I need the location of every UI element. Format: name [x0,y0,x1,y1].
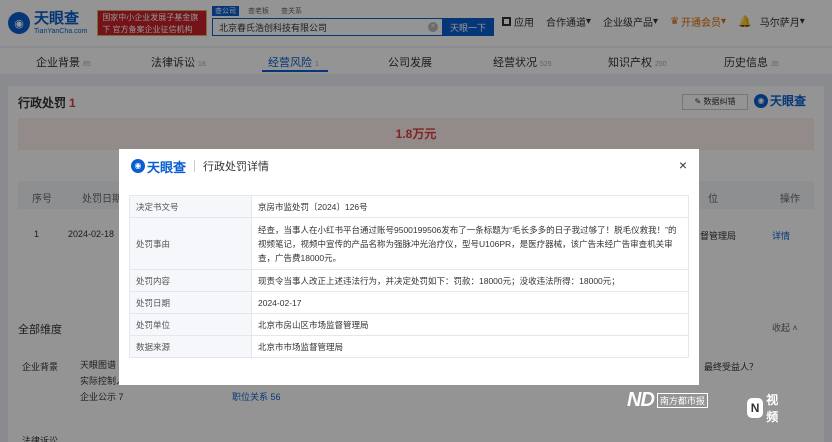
field-unit: 北京市房山区市场监督管理局 [251,313,689,336]
field-decision-number: 京房市监处罚〔2024〕126号 [251,195,689,218]
field-label: 数据来源 [129,335,252,358]
field-label: 处罚事由 [129,217,252,270]
field-reason: 经查，当事人在小红书平台通过账号9500199506发布了一条标题为“毛长多多的… [251,217,689,270]
field-source: 北京市市场监督管理局 [251,335,689,358]
table-row: 数据来源 北京市市场监督管理局 [129,335,689,358]
field-content: 现责令当事人改正上述违法行为，并决定处罚如下：罚款：18000元；没收违法所得：… [251,269,689,292]
modal-title: 行政处罚详情 [203,161,270,173]
table-row: 决定书文号 京房市监处罚〔2024〕126号 [129,195,689,218]
video-label: 视频 [766,393,779,424]
modal-logo: ◉ 天眼查 [131,157,186,176]
table-row: 处罚内容 现责令当事人改正上述违法行为，并决定处罚如下：罚款：18000元；没收… [129,269,689,292]
field-label: 处罚日期 [129,291,252,314]
table-row: 处罚单位 北京市房山区市场监督管理局 [129,313,689,336]
eye-logo-icon: ◉ [131,159,145,173]
penalty-detail-table: 决定书文号 京房市监处罚〔2024〕126号 处罚事由 经查，当事人在小红书平台… [129,195,689,358]
divider [194,160,196,172]
table-row: 处罚日期 2024-02-17 [129,291,689,314]
n-video-logo: N 视频 [747,391,784,425]
newspaper-name: 南方都市报 [656,393,708,408]
penalty-detail-modal: ◉ 天眼查 行政处罚详情 × 决定书文号 京房市监处罚〔2024〕126号 处罚… [119,149,699,385]
nd-logo: ND [627,389,655,411]
field-label: 处罚内容 [129,269,252,292]
n-logo-icon: N [747,398,764,418]
field-label: 处罚单位 [129,313,252,336]
field-label: 决定书文号 [129,195,252,218]
field-date: 2024-02-17 [251,291,689,314]
media-watermark: ND 南方都市报 N 视频 [627,389,778,424]
close-icon[interactable]: × [679,158,687,172]
modal-header: ◉ 天眼查 行政处罚详情 × [119,149,699,183]
table-row: 处罚事由 经查，当事人在小红书平台通过账号9500199506发布了一条标题为“… [129,217,689,270]
